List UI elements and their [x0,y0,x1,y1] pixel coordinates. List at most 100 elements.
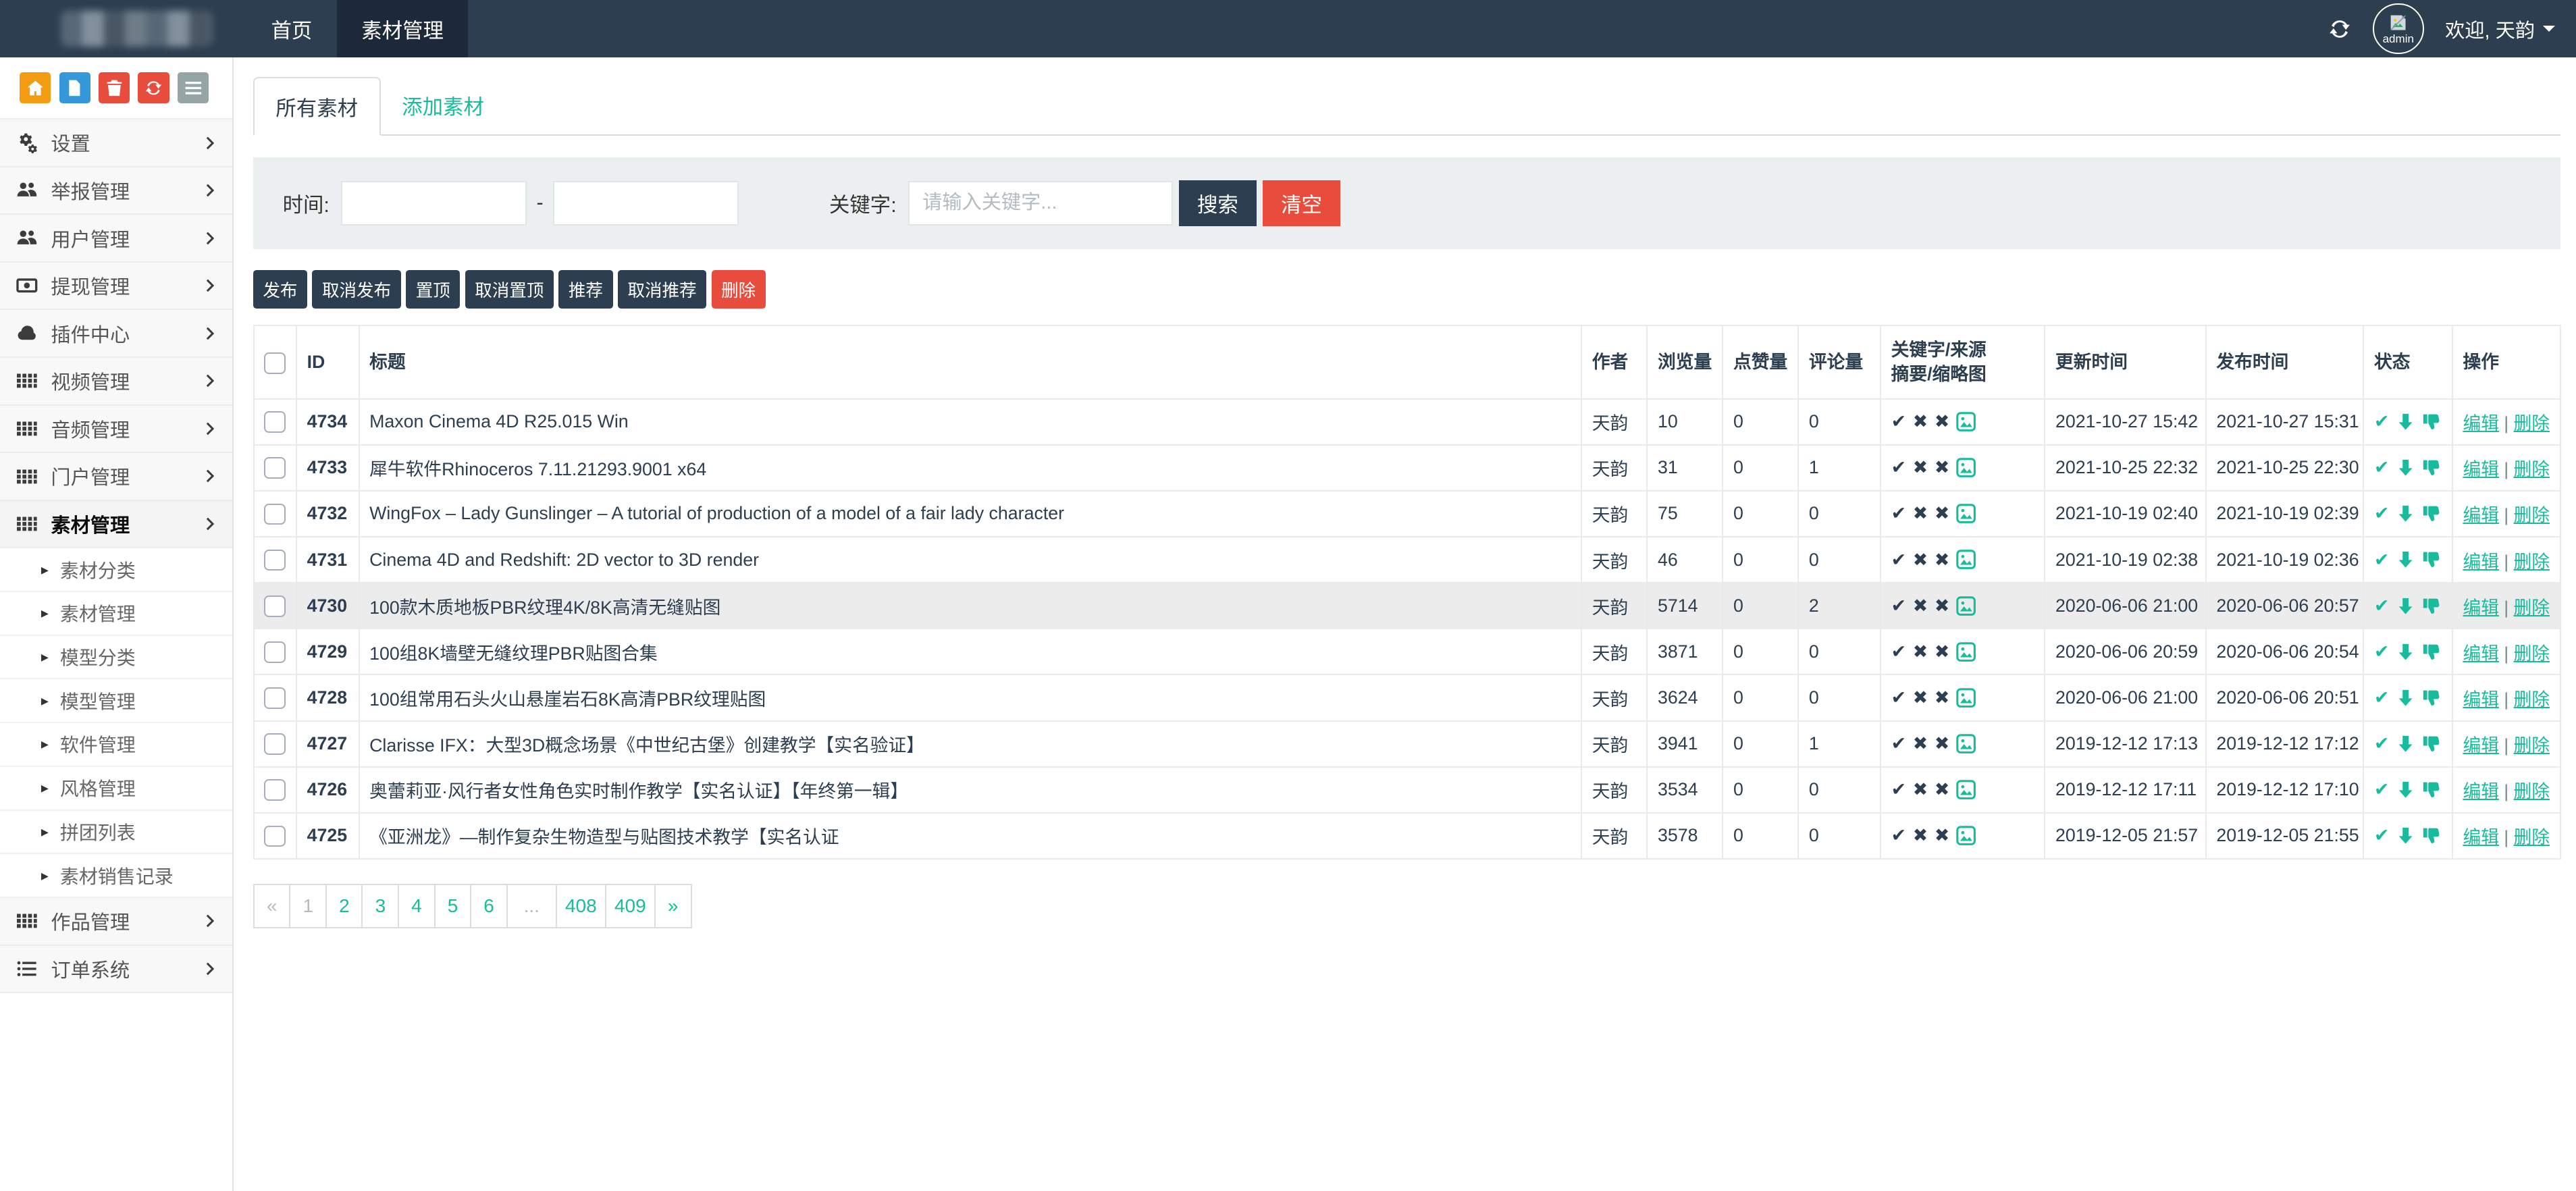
sidebar-subitem[interactable]: ▸素材分类 [0,548,232,592]
quick-button-home-icon[interactable] [20,72,51,103]
nav-item-0[interactable]: 首页 [246,0,337,57]
delete-link[interactable]: 删除 [2514,505,2550,525]
status-check-icon[interactable]: ✔ [2374,503,2389,524]
action-button-2[interactable]: 置顶 [406,270,460,308]
edit-link[interactable]: 编辑 [2463,689,2499,710]
status-check-icon[interactable]: ✔ [2374,687,2389,708]
row-checkbox[interactable] [264,779,286,801]
edit-link[interactable]: 编辑 [2463,643,2499,664]
sidebar-subitem[interactable]: ▸模型管理 [0,679,232,723]
status-check-icon[interactable]: ✔ [2374,550,2389,571]
status-check-icon[interactable]: ✔ [2374,641,2389,662]
thumbs-down-icon[interactable] [2422,780,2442,799]
action-button-3[interactable]: 取消置顶 [465,270,554,308]
delete-link[interactable]: 删除 [2514,552,2550,572]
arrow-down-icon[interactable] [2396,550,2415,569]
arrow-down-icon[interactable] [2396,412,2415,431]
thumbs-down-icon[interactable] [2422,412,2442,431]
status-check-icon[interactable]: ✔ [2374,733,2389,754]
status-check-icon[interactable]: ✔ [2374,779,2389,800]
arrow-down-icon[interactable] [2396,596,2415,616]
thumbs-down-icon[interactable] [2422,642,2442,662]
avatar[interactable]: admin [2373,3,2423,54]
delete-link[interactable]: 删除 [2514,689,2550,710]
row-checkbox[interactable] [264,826,286,847]
status-check-icon[interactable]: ✔ [2374,411,2389,432]
delete-link[interactable]: 删除 [2514,459,2550,479]
row-checkbox[interactable] [264,733,286,755]
thumbs-down-icon[interactable] [2422,504,2442,523]
thumbs-down-icon[interactable] [2422,596,2442,616]
delete-link[interactable]: 删除 [2514,827,2550,847]
sidebar-item-1[interactable]: 举报管理 [0,167,232,215]
page-button-4[interactable]: 4 [398,884,436,928]
row-checkbox[interactable] [264,457,286,479]
status-check-icon[interactable]: ✔ [2374,825,2389,846]
row-checkbox[interactable] [264,641,286,663]
clear-button[interactable]: 清空 [1263,180,1340,226]
arrow-down-icon[interactable] [2396,642,2415,662]
edit-link[interactable]: 编辑 [2463,552,2499,572]
time-from-input[interactable] [341,181,527,226]
status-check-icon[interactable]: ✔ [2374,457,2389,478]
arrow-down-icon[interactable] [2396,780,2415,799]
quick-button-file-icon[interactable] [59,72,90,103]
action-button-0[interactable]: 发布 [253,270,307,308]
status-check-icon[interactable]: ✔ [2374,596,2389,616]
page-button-3[interactable]: 3 [361,884,399,928]
page-button-»[interactable]: » [654,884,692,928]
sidebar-item-4[interactable]: 插件中心 [0,310,232,358]
edit-link[interactable]: 编辑 [2463,827,2499,847]
thumbs-down-icon[interactable] [2422,826,2442,845]
edit-link[interactable]: 编辑 [2463,505,2499,525]
sidebar-subitem[interactable]: ▸软件管理 [0,723,232,767]
sidebar-item-6[interactable]: 音频管理 [0,406,232,454]
sidebar-item-10[interactable]: 订单系统 [0,946,232,994]
row-checkbox[interactable] [264,504,286,525]
quick-button-recycle-icon[interactable] [138,72,169,103]
nav-item-1[interactable]: 素材管理 [337,0,469,57]
welcome-menu[interactable]: 欢迎, 天韵 [2445,15,2555,43]
arrow-down-icon[interactable] [2396,734,2415,753]
sidebar-subitem[interactable]: ▸风格管理 [0,767,232,811]
page-button-408[interactable]: 408 [556,884,606,928]
delete-link[interactable]: 删除 [2514,598,2550,618]
row-checkbox[interactable] [264,550,286,571]
thumbs-down-icon[interactable] [2422,734,2442,753]
sidebar-item-9[interactable]: 作品管理 [0,898,232,946]
sidebar-subitem[interactable]: ▸模型分类 [0,636,232,680]
sidebar-item-0[interactable]: 设置 [0,120,232,167]
edit-link[interactable]: 编辑 [2463,781,2499,801]
quick-button-trash-icon[interactable] [99,72,130,103]
page-button-2[interactable]: 2 [325,884,363,928]
sidebar-item-3[interactable]: 提现管理 [0,263,232,311]
sidebar-item-5[interactable]: 视频管理 [0,358,232,406]
page-button-5[interactable]: 5 [434,884,472,928]
edit-link[interactable]: 编辑 [2463,459,2499,479]
delete-link[interactable]: 删除 [2514,643,2550,664]
page-button-409[interactable]: 409 [605,884,656,928]
arrow-down-icon[interactable] [2396,826,2415,845]
action-button-4[interactable]: 推荐 [558,270,612,308]
tab-1[interactable]: 添加素材 [381,77,506,134]
edit-link[interactable]: 编辑 [2463,735,2499,756]
quick-button-justify-icon[interactable] [178,72,209,103]
thumbs-down-icon[interactable] [2422,458,2442,477]
sidebar-item-8[interactable]: 素材管理 [0,501,232,549]
sidebar-subitem[interactable]: ▸素材销售记录 [0,854,232,898]
action-button-6[interactable]: 删除 [712,270,766,308]
delete-link[interactable]: 删除 [2514,781,2550,801]
row-checkbox[interactable] [264,411,286,433]
page-button-6[interactable]: 6 [470,884,508,928]
thumbs-down-icon[interactable] [2422,550,2442,569]
delete-link[interactable]: 删除 [2514,413,2550,433]
sidebar-item-2[interactable]: 用户管理 [0,215,232,263]
sidebar-item-7[interactable]: 门户管理 [0,453,232,501]
sidebar-subitem[interactable]: ▸拼团列表 [0,811,232,855]
search-button[interactable]: 搜索 [1179,180,1256,226]
edit-link[interactable]: 编辑 [2463,413,2499,433]
arrow-down-icon[interactable] [2396,504,2415,523]
row-checkbox[interactable] [264,687,286,709]
refresh-icon[interactable] [2328,18,2351,41]
thumbs-down-icon[interactable] [2422,688,2442,708]
